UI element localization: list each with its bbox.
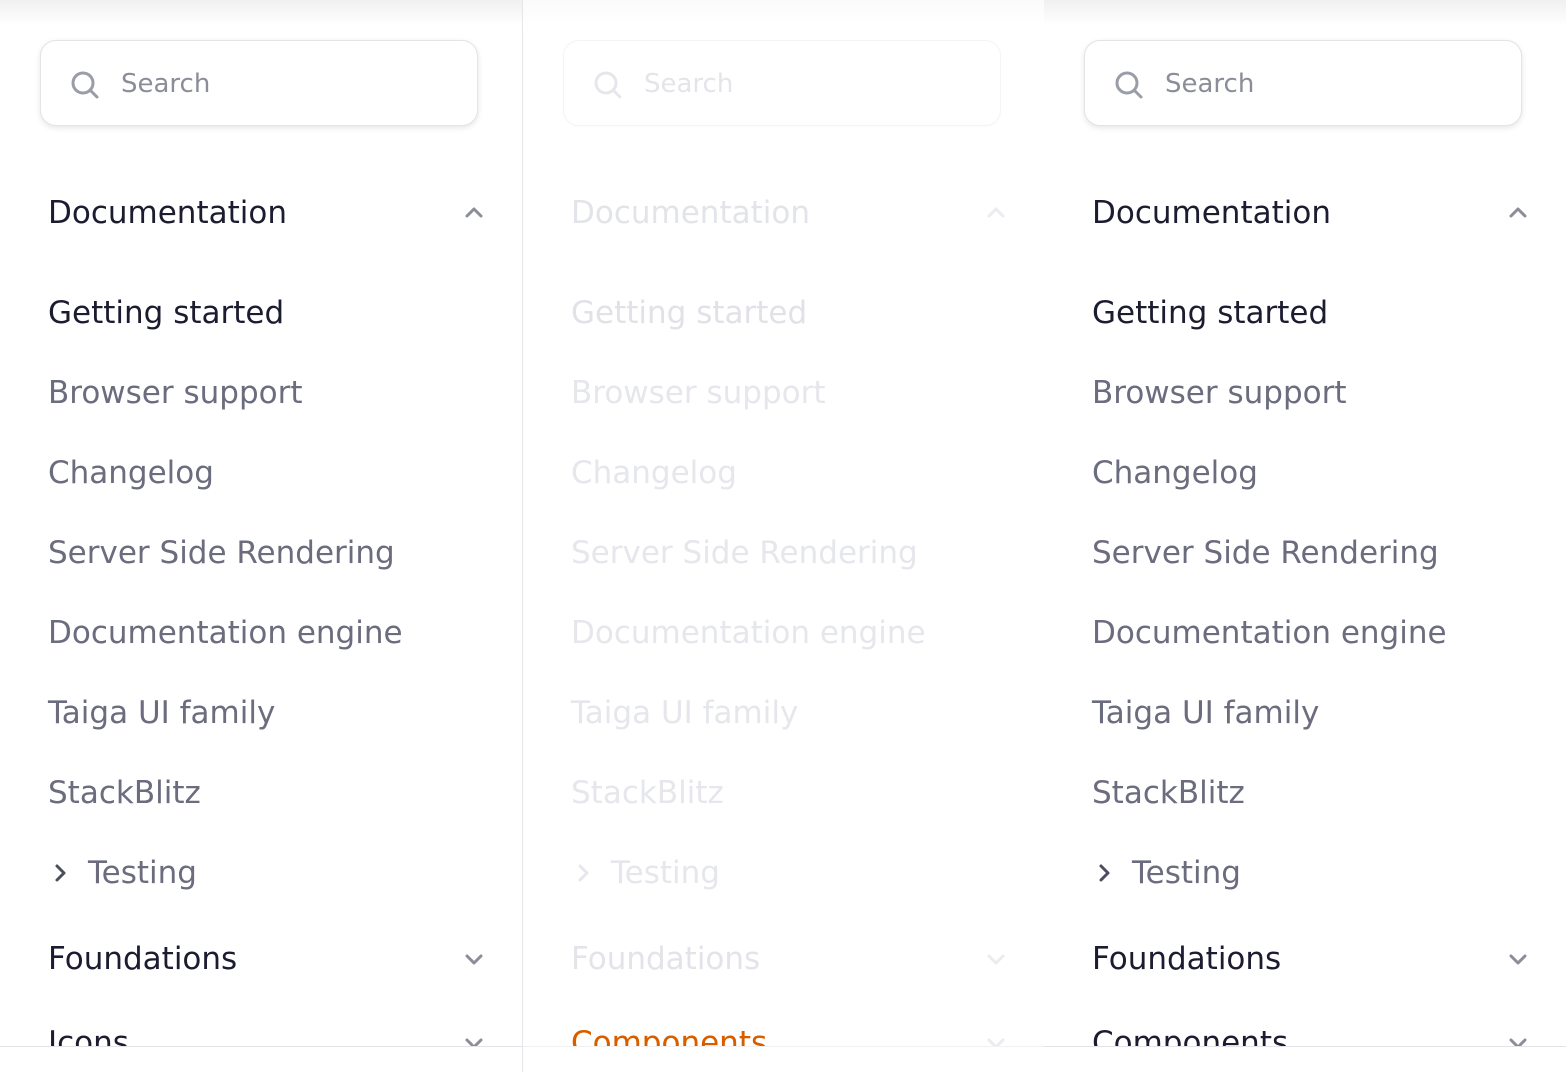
- top-shadow: [1044, 0, 1566, 26]
- sidebar-panel-final: Search Documentation Getting started Bro…: [1044, 0, 1566, 1072]
- top-shadow: [0, 0, 522, 26]
- nav-item-taiga-ui-family[interactable]: Taiga UI family: [1092, 688, 1319, 738]
- nav-item-getting-started[interactable]: Getting started: [1092, 288, 1328, 338]
- chevron-down-icon: [987, 954, 1005, 965]
- chevron-up-icon: [987, 207, 1005, 218]
- search-icon: [1115, 71, 1143, 99]
- chevron-down-icon: [1509, 954, 1527, 965]
- nav-item-getting-started[interactable]: Getting started: [571, 288, 807, 338]
- search-input[interactable]: Search: [563, 40, 1001, 126]
- sidebar-panel-faded: Search Documentation Getting started Bro…: [522, 0, 1044, 1072]
- bottom-bar: [1044, 1046, 1566, 1072]
- nav-item-getting-started[interactable]: Getting started: [48, 288, 284, 338]
- nav-group-title: Documentation: [571, 195, 810, 231]
- bottom-bar: [0, 1046, 522, 1072]
- nav-item-stackblitz[interactable]: StackBlitz: [571, 768, 724, 818]
- chevron-up-icon: [1509, 207, 1527, 218]
- nav-group-documentation[interactable]: Documentation: [48, 188, 486, 238]
- nav-item-changelog[interactable]: Changelog: [571, 448, 737, 498]
- chevron-right-icon: [1099, 864, 1110, 882]
- search-input[interactable]: Search: [1084, 40, 1522, 126]
- sidebar-variants: Search Documentation Getting started Bro…: [0, 0, 1566, 1072]
- chevron-right-icon: [578, 864, 589, 882]
- search-placeholder: Search: [644, 69, 734, 99]
- nav-group-title: Documentation: [48, 195, 287, 231]
- nav-group-title: Foundations: [1092, 941, 1282, 977]
- nav-item-stackblitz[interactable]: StackBlitz: [48, 768, 201, 818]
- nav-subgroup-label: Testing: [611, 855, 720, 891]
- search-input[interactable]: Search: [40, 40, 478, 126]
- search-icon: [594, 71, 622, 99]
- bottom-bar: [523, 1046, 1044, 1072]
- nav-group-documentation[interactable]: Documentation: [571, 188, 1008, 238]
- search-placeholder: Search: [121, 69, 211, 99]
- nav-group-foundations[interactable]: Foundations: [1092, 934, 1530, 984]
- nav-item-taiga-ui-family[interactable]: Taiga UI family: [48, 688, 275, 738]
- nav-group-documentation[interactable]: Documentation: [1092, 188, 1530, 238]
- nav-group-foundations[interactable]: Foundations: [48, 934, 486, 984]
- nav-item-server-side-rendering[interactable]: Server Side Rendering: [571, 528, 918, 578]
- chevron-right-icon: [55, 864, 66, 882]
- sidebar-panel-default: Search Documentation Getting started Bro…: [0, 0, 522, 1072]
- top-shadow: [523, 0, 1044, 26]
- nav-group-title: Foundations: [48, 941, 238, 977]
- nav-item-browser-support[interactable]: Browser support: [1092, 368, 1347, 418]
- nav-item-changelog[interactable]: Changelog: [1092, 448, 1258, 498]
- search-icon: [71, 71, 99, 99]
- search-placeholder: Search: [1165, 69, 1255, 99]
- nav-item-browser-support[interactable]: Browser support: [48, 368, 303, 418]
- nav-item-stackblitz[interactable]: StackBlitz: [1092, 768, 1245, 818]
- nav-subgroup-label: Testing: [1132, 855, 1241, 891]
- nav-item-browser-support[interactable]: Browser support: [571, 368, 826, 418]
- nav-group-foundations[interactable]: Foundations: [571, 934, 1008, 984]
- nav-item-server-side-rendering[interactable]: Server Side Rendering: [48, 528, 395, 578]
- nav-group-title: Documentation: [1092, 195, 1331, 231]
- nav-item-changelog[interactable]: Changelog: [48, 448, 214, 498]
- chevron-down-icon: [465, 954, 483, 965]
- nav-item-documentation-engine[interactable]: Documentation engine: [571, 608, 926, 658]
- chevron-up-icon: [465, 207, 483, 218]
- nav-item-taiga-ui-family[interactable]: Taiga UI family: [571, 688, 798, 738]
- nav-subgroup-label: Testing: [88, 855, 197, 891]
- nav-item-server-side-rendering[interactable]: Server Side Rendering: [1092, 528, 1439, 578]
- nav-item-documentation-engine[interactable]: Documentation engine: [1092, 608, 1447, 658]
- nav-group-title: Foundations: [571, 941, 761, 977]
- nav-item-documentation-engine[interactable]: Documentation engine: [48, 608, 403, 658]
